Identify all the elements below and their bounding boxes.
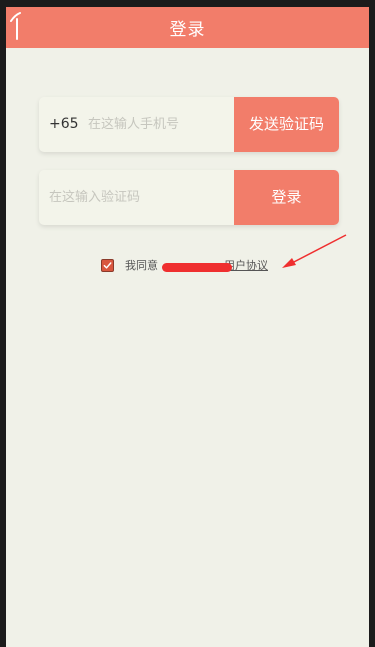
- verification-code-input[interactable]: [49, 170, 233, 225]
- send-code-button[interactable]: 发送验证码: [234, 97, 339, 152]
- app-screen: 登录 +65 发送验证码 登录 我同意用户协议: [6, 7, 369, 647]
- agree-checkbox[interactable]: [101, 258, 114, 272]
- page-title: 登录: [169, 20, 206, 40]
- annotation-arrow-icon: [282, 234, 347, 268]
- agreement-prefix: 我同意: [125, 259, 158, 272]
- redaction-mark: [162, 263, 232, 272]
- country-code[interactable]: +65: [49, 97, 79, 152]
- phone-row: +65 发送验证码: [39, 97, 339, 152]
- header-bar: 登录: [6, 7, 369, 48]
- check-icon: [103, 261, 112, 269]
- back-icon[interactable]: [9, 12, 23, 40]
- phone-input[interactable]: [88, 97, 233, 152]
- code-row: 登录: [39, 170, 339, 225]
- login-button[interactable]: 登录: [234, 170, 339, 225]
